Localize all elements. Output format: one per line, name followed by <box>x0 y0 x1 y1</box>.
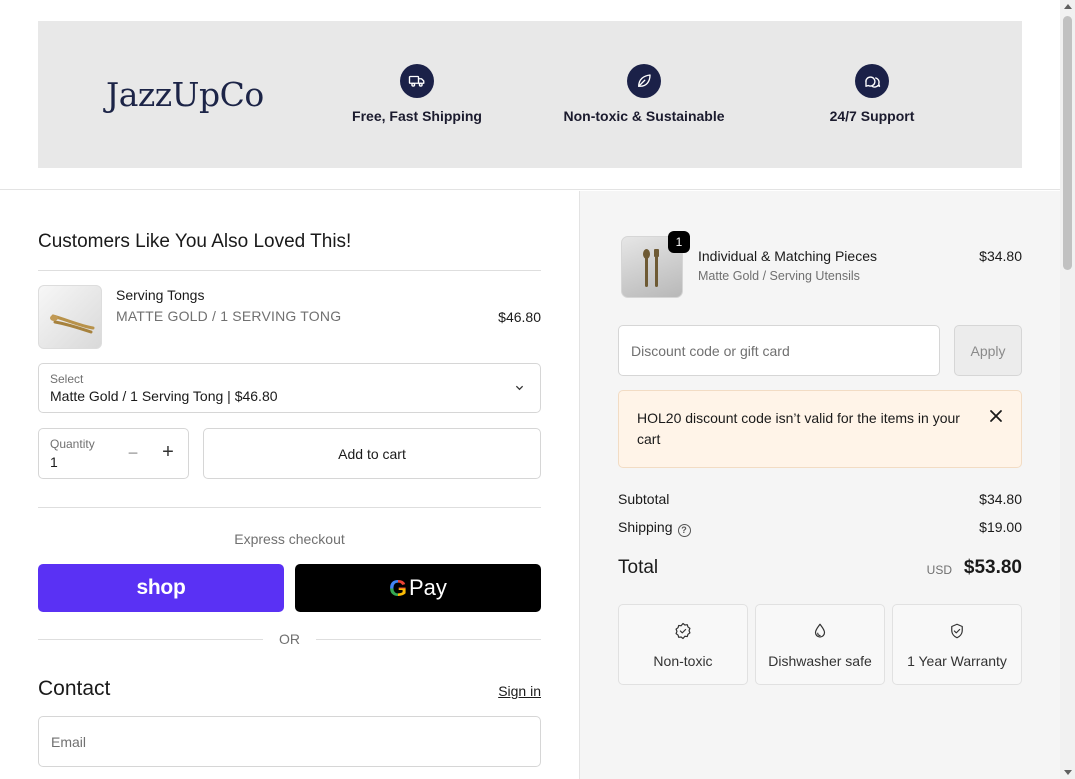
trust-banner: JazzUpCo Free, Fast Shipping Non-toxic &… <box>38 21 1022 168</box>
email-field[interactable] <box>38 716 541 767</box>
quantity-label: Quantity <box>50 437 95 451</box>
scroll-down-arrow[interactable] <box>1064 770 1072 775</box>
feature-sustainable: Non-toxic & Sustainable <box>544 64 744 124</box>
feature-support: 24/7 Support <box>772 64 972 124</box>
order-item-variant: Matte Gold / Serving Utensils <box>698 269 860 283</box>
badge-label: Dishwasher safe <box>768 653 872 669</box>
minus-icon[interactable]: − <box>125 443 141 463</box>
header: JazzUpCo Free, Fast Shipping Non-toxic &… <box>0 0 1060 190</box>
subtotal-label: Subtotal <box>618 491 670 507</box>
product-name: Serving Tongs <box>116 287 205 303</box>
order-summary: 1 Individual & Matching Pieces Matte Gol… <box>579 191 1060 779</box>
total-label: Total <box>618 557 659 578</box>
badge-check-icon <box>675 622 691 640</box>
quantity-badge: 1 <box>668 231 690 253</box>
chat-icon <box>855 64 889 98</box>
page-scrollbar[interactable] <box>1060 0 1075 779</box>
divider <box>38 507 541 508</box>
currency-code: USD <box>926 563 952 577</box>
upsell-title: Customers Like You Also Loved This! <box>38 231 352 252</box>
shipping-row: Shipping? $19.00 <box>618 519 1022 537</box>
google-pay-button[interactable]: G Pay <box>295 564 541 612</box>
chevron-down-icon <box>515 385 524 391</box>
add-to-cart-button[interactable]: Add to cart <box>203 428 541 479</box>
badge-label: 1 Year Warranty <box>907 653 1007 669</box>
shipping-label: Shipping <box>618 519 673 535</box>
or-separator: OR <box>38 631 541 647</box>
feature-label: Non-toxic & Sustainable <box>563 108 725 124</box>
product-price: $46.80 <box>498 309 541 325</box>
google-g-icon: G <box>389 574 407 601</box>
select-label: Select <box>50 372 84 386</box>
express-checkout-label: Express checkout <box>234 531 345 547</box>
contact-title: Contact <box>38 677 111 700</box>
discount-input[interactable] <box>618 325 940 376</box>
scrollbar-thumb[interactable] <box>1063 16 1072 270</box>
badge-warranty: 1 Year Warranty <box>892 604 1022 685</box>
subtotal-value: $34.80 <box>979 491 1022 507</box>
feature-label: Free, Fast Shipping <box>352 108 482 124</box>
shop-pay-button[interactable]: shop <box>38 564 284 612</box>
plus-icon[interactable]: + <box>160 442 176 462</box>
product-image <box>38 285 102 349</box>
discount-error-alert: HOL20 discount code isn’t valid for the … <box>618 390 1022 468</box>
feature-label: 24/7 Support <box>829 108 915 124</box>
leaf-icon <box>627 64 661 98</box>
drop-icon <box>814 623 826 638</box>
quantity-stepper[interactable]: Quantity 1 − + <box>38 428 189 479</box>
select-value: Matte Gold / 1 Serving Tong | $46.80 <box>50 388 278 404</box>
truck-icon <box>400 64 434 98</box>
total-value: $53.80 <box>963 557 1022 578</box>
checkout-main: Customers Like You Also Loved This! Serv… <box>0 191 579 779</box>
order-item-name: Individual & Matching Pieces <box>698 248 877 264</box>
feature-shipping: Free, Fast Shipping <box>317 64 517 124</box>
alert-message: HOL20 discount code isn’t valid for the … <box>637 410 960 447</box>
divider <box>38 270 541 271</box>
badge-dishwasher: Dishwasher safe <box>755 604 885 685</box>
logo[interactable]: JazzUpCo <box>106 75 264 114</box>
gpay-label: Pay <box>408 575 447 600</box>
scroll-up-arrow[interactable] <box>1064 4 1072 9</box>
apply-button[interactable]: Apply <box>954 325 1022 376</box>
shipping-value: $19.00 <box>979 519 1022 535</box>
order-item-price: $34.80 <box>979 248 1022 264</box>
total-row: Total USD $53.80 <box>618 557 1022 579</box>
subtotal-row: Subtotal $34.80 <box>618 491 1022 507</box>
product-variant: MATTE GOLD / 1 SERVING TONG <box>116 308 342 324</box>
badge-non-toxic: Non-toxic <box>618 604 748 685</box>
badge-label: Non-toxic <box>653 653 713 669</box>
variant-select[interactable]: Select Matte Gold / 1 Serving Tong | $46… <box>38 363 541 413</box>
quantity-value[interactable]: 1 <box>50 454 58 470</box>
help-icon[interactable]: ? <box>677 524 691 537</box>
shield-check-icon <box>951 623 963 639</box>
sign-in-link[interactable]: Sign in <box>498 683 541 699</box>
close-icon[interactable] <box>989 409 1003 423</box>
